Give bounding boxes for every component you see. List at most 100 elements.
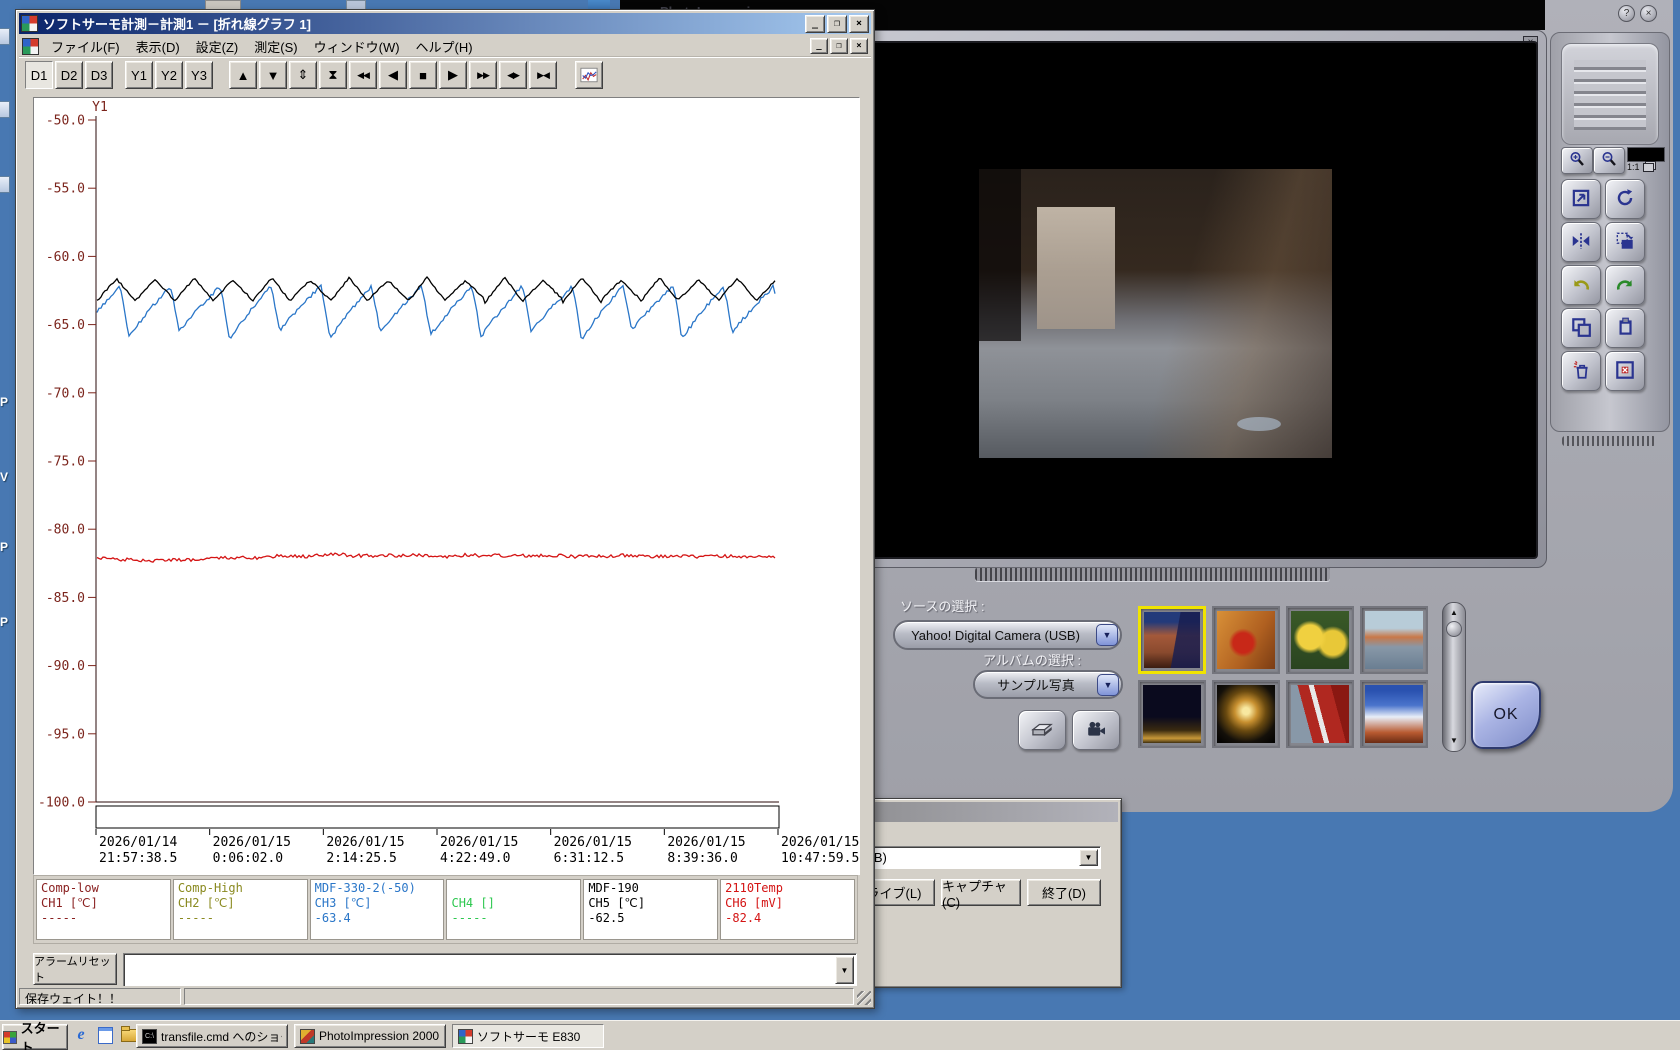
- minimize-icon[interactable]: _: [810, 38, 828, 54]
- zoom-in-button[interactable]: [1561, 147, 1593, 174]
- task-button[interactable]: ソフトサーモ E830: [452, 1024, 604, 1048]
- task-button[interactable]: PhotoImpression 2000: [294, 1024, 446, 1048]
- up-icon[interactable]: ▲: [229, 61, 257, 89]
- resize-icon: [1570, 187, 1592, 212]
- album-select-dropdown[interactable]: サンプル写真 ▼: [973, 670, 1123, 699]
- restore-icon[interactable]: ❐: [830, 38, 848, 54]
- menu-item[interactable]: ファイル(F): [43, 35, 128, 58]
- toolbar-button-y2[interactable]: Y2: [155, 61, 183, 89]
- flip-horizontal-button[interactable]: [1561, 222, 1601, 262]
- svg-text:-55.0: -55.0: [46, 182, 85, 197]
- menu-item[interactable]: ヘルプ(H): [408, 35, 481, 58]
- thumbnail-light-spiral[interactable]: [1212, 680, 1280, 748]
- restore-icon[interactable]: ❐: [827, 15, 847, 33]
- alarm-reset-button[interactable]: アラームリセット: [33, 953, 117, 985]
- chevron-down-icon[interactable]: ▼: [1096, 624, 1118, 646]
- fast-back-icon[interactable]: ◀◀: [349, 61, 377, 89]
- rotate-button[interactable]: [1605, 179, 1645, 219]
- thumbnail-sky-clouds[interactable]: [1360, 680, 1428, 748]
- toolbar-button-d1[interactable]: D1: [25, 61, 53, 89]
- back-icon[interactable]: ◀: [379, 61, 407, 89]
- thumbnail-red-rock-spires[interactable]: [1138, 606, 1206, 674]
- stop-icon[interactable]: ■: [409, 61, 437, 89]
- channel-title: [451, 881, 576, 896]
- softthermo-app-icon[interactable]: [21, 15, 38, 32]
- chart-panel: Y1-50.0-55.0-60.0-65.0-70.0-75.0-80.0-85…: [33, 97, 860, 875]
- ie-icon[interactable]: e: [72, 1026, 90, 1044]
- menu-item[interactable]: 測定(S): [246, 35, 305, 58]
- scroll-up-icon[interactable]: ▲: [1450, 608, 1458, 618]
- thumbnail-scrollbar[interactable]: ▲ ▼: [1442, 602, 1466, 752]
- copy-button[interactable]: [1561, 308, 1601, 348]
- svg-text:2026/01/15: 2026/01/15: [667, 835, 745, 850]
- thumbnail-cardinal-bird[interactable]: [1212, 606, 1280, 674]
- chevron-down-icon[interactable]: ▼: [835, 956, 854, 984]
- source-select-dropdown[interactable]: Yahoo! Digital Camera (USB) ▼: [893, 620, 1122, 650]
- help-icon[interactable]: ?: [1618, 5, 1635, 22]
- thumbnail-harbor-town[interactable]: [1360, 606, 1428, 674]
- close-icon[interactable]: ×: [849, 15, 869, 33]
- legend-channel-1: Comp-lowCH1 [℃]-----: [36, 879, 171, 940]
- scroll-down-icon[interactable]: ▼: [1450, 736, 1458, 746]
- line-graph-icon[interactable]: [575, 61, 603, 89]
- thumbnail-yellow-flowers[interactable]: [1286, 606, 1354, 674]
- exit-button[interactable]: 終了(D): [1027, 879, 1101, 906]
- toolbar-button-d2[interactable]: D2: [55, 61, 83, 89]
- task-label: ソフトサーモ E830: [477, 1028, 580, 1045]
- svg-text:4:22:49.0: 4:22:49.0: [440, 851, 510, 866]
- delete-button[interactable]: [1561, 351, 1601, 391]
- crop-rotate-button[interactable]: [1605, 222, 1645, 262]
- close-icon[interactable]: ×: [1640, 5, 1657, 22]
- thumbnail-image: [1365, 611, 1423, 669]
- thumbnail-night-city[interactable]: [1138, 680, 1206, 748]
- play-icon[interactable]: ▶: [439, 61, 467, 89]
- copy-icon: [1570, 316, 1592, 341]
- channel-value: -----: [41, 911, 166, 926]
- capture-button[interactable]: キャプチャ(C): [941, 879, 1021, 906]
- undo-button[interactable]: [1561, 265, 1601, 305]
- minimize-icon[interactable]: _: [805, 15, 825, 33]
- close-frame-button[interactable]: [1605, 351, 1645, 391]
- child-window-icon[interactable]: [22, 38, 39, 55]
- menu-item[interactable]: ウィンドウ(W): [306, 35, 408, 58]
- resize-button[interactable]: [1561, 179, 1601, 219]
- thumbnail-image: [1291, 685, 1349, 743]
- channel-label: CH4 []: [451, 896, 576, 911]
- range-selector-box[interactable]: [96, 806, 779, 828]
- task-button[interactable]: C:\transfile.cmd へのショート...: [136, 1024, 288, 1048]
- fast-forward-icon[interactable]: ▶▶: [469, 61, 497, 89]
- thumbnail-ship-bow[interactable]: [1286, 680, 1354, 748]
- scrollbar-knob[interactable]: [1446, 621, 1462, 637]
- toolbar-button-y3[interactable]: Y3: [185, 61, 213, 89]
- titlebar[interactable]: ソフトサーモ計測－計測1 － [折れ線グラフ 1] _❐×: [19, 13, 871, 34]
- acquire-camera-button[interactable]: [1072, 710, 1120, 750]
- chevron-down-icon[interactable]: ▼: [1097, 674, 1119, 696]
- zoom-out-button[interactable]: [1593, 147, 1625, 174]
- down-icon[interactable]: ▼: [259, 61, 287, 89]
- ok-button[interactable]: OK: [1471, 681, 1541, 749]
- channel-value: -82.4: [725, 911, 850, 926]
- svg-text:2:14:25.5: 2:14:25.5: [326, 851, 396, 866]
- menu-item[interactable]: 設定(Z): [188, 35, 247, 58]
- drawer-panel[interactable]: [1561, 43, 1659, 145]
- updown-icon[interactable]: ⇕: [289, 61, 317, 89]
- paste-button[interactable]: [1605, 308, 1645, 348]
- hourglass-icon[interactable]: ⧗: [319, 61, 347, 89]
- chevron-down-icon[interactable]: ▼: [1079, 849, 1098, 866]
- toolbar-button-y1[interactable]: Y1: [125, 61, 153, 89]
- zoom-ratio-label[interactable]: 1:1: [1627, 162, 1640, 172]
- redo-button[interactable]: [1605, 265, 1645, 305]
- collapse-icon[interactable]: ▶◀: [529, 61, 557, 89]
- expand-icon[interactable]: ◀▶: [499, 61, 527, 89]
- close-icon[interactable]: ×: [850, 38, 868, 54]
- alarm-combobox[interactable]: ▼: [123, 953, 857, 987]
- acquire-scanner-button[interactable]: [1018, 710, 1066, 750]
- resize-grip[interactable]: [857, 991, 871, 1005]
- svg-text:Y1: Y1: [92, 100, 108, 115]
- svg-text:2026/01/15: 2026/01/15: [213, 835, 291, 850]
- menu-item[interactable]: 表示(D): [128, 35, 188, 58]
- show-desktop-icon[interactable]: [96, 1026, 114, 1044]
- start-button[interactable]: スタート: [2, 1024, 68, 1050]
- cascade-windows-icon[interactable]: [1643, 163, 1654, 172]
- toolbar-button-d3[interactable]: D3: [85, 61, 113, 89]
